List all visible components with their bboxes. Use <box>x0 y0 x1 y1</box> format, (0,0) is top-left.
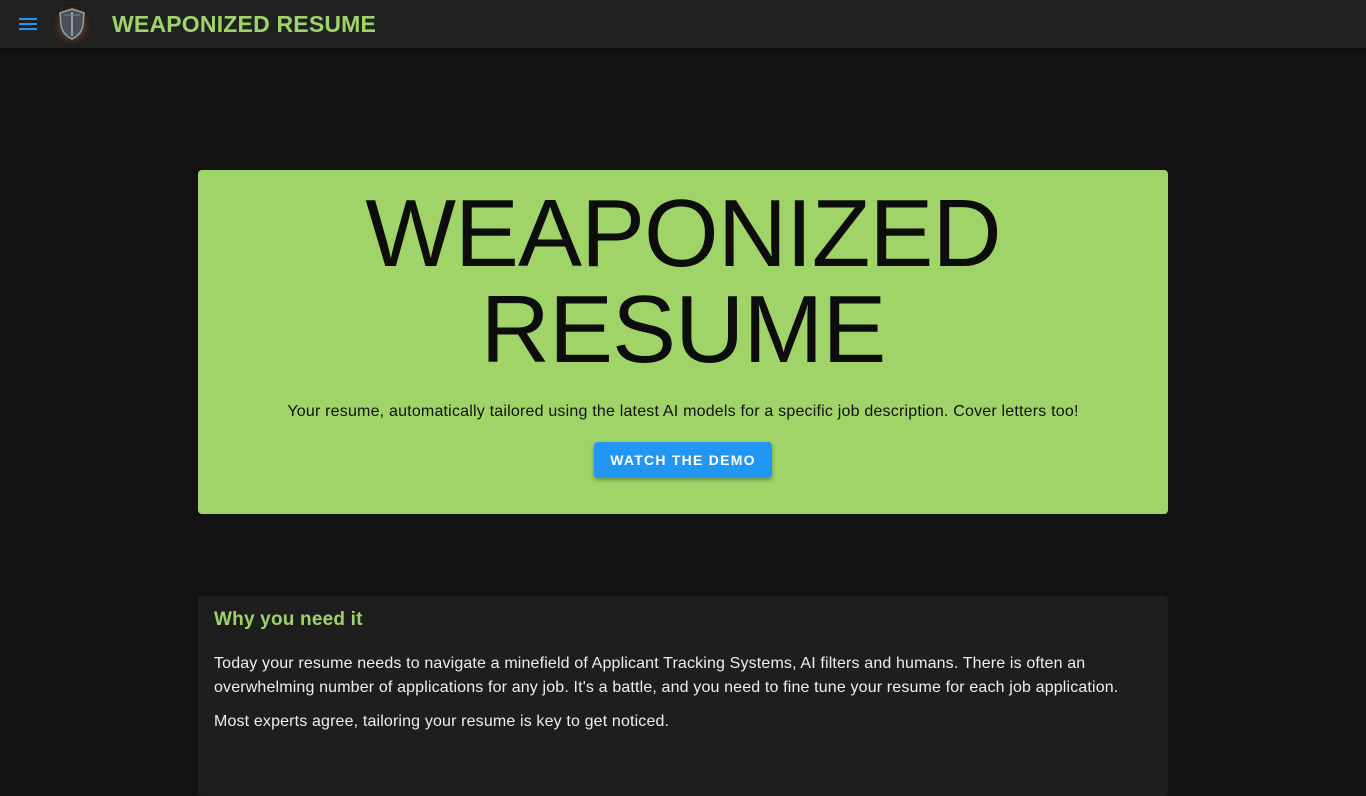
menu-button[interactable] <box>16 12 40 36</box>
hero-title: WEAPONIZED RESUME <box>365 180 1001 383</box>
hero-banner: WEAPONIZED RESUME Your resume, automatic… <box>198 170 1168 514</box>
hero-title-line-2: RESUME <box>480 276 887 383</box>
hero-subtitle: Your resume, automatically tailored usin… <box>287 403 1079 420</box>
watch-demo-button[interactable]: WATCH THE DEMO <box>594 442 772 478</box>
app-title[interactable]: WEAPONIZED RESUME <box>112 11 376 38</box>
menu-icon <box>19 18 37 30</box>
app-bar: WEAPONIZED RESUME <box>0 0 1366 48</box>
why-paragraph-2: Most experts agree, tailoring your resum… <box>214 713 670 730</box>
why-card: Why you need it Today your resume needs … <box>198 596 1168 796</box>
shield-icon <box>59 8 85 40</box>
why-paragraph-1: Today your resume needs to navigate a mi… <box>214 655 1119 696</box>
logo[interactable] <box>52 4 92 44</box>
hero-title-line-1: WEAPONIZED <box>365 180 1001 287</box>
why-heading: Why you need it <box>214 609 363 630</box>
